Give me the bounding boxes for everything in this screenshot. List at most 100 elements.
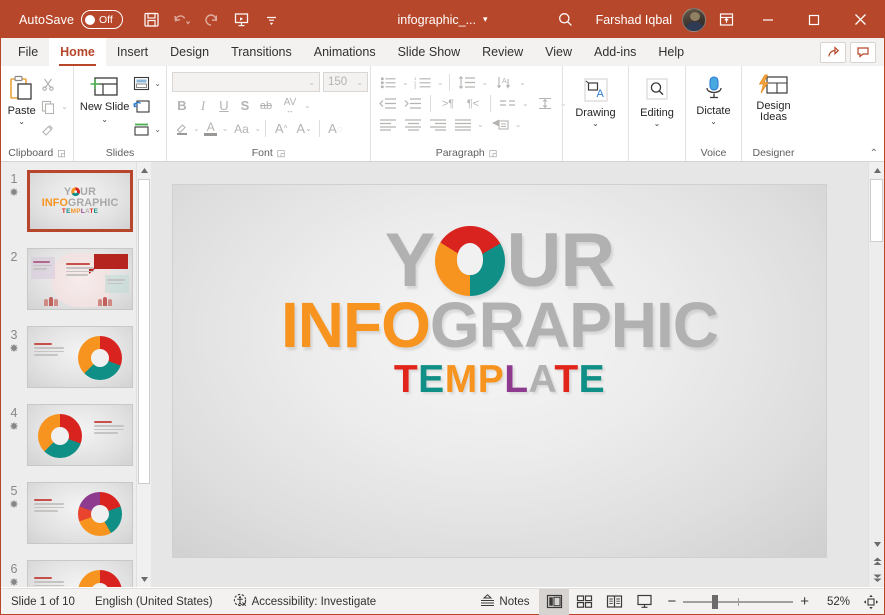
strikethrough-button[interactable]: ab <box>256 95 276 116</box>
zoom-level[interactable]: 52% <box>816 596 850 608</box>
line-spacing-icon[interactable] <box>456 72 478 93</box>
save-icon[interactable] <box>137 7 165 33</box>
normal-view-button[interactable] <box>539 589 569 615</box>
thumbnail-scrollbar-thumb[interactable] <box>138 179 150 484</box>
text-direction-chevron-down-icon[interactable]: ⌄ <box>519 78 526 87</box>
fit-slide-to-window-icon[interactable] <box>858 589 884 615</box>
tab-insert[interactable]: Insert <box>106 38 159 66</box>
thumbnail-scroll-down-icon[interactable] <box>137 571 151 587</box>
highlight-chevron-down-icon[interactable]: ⌄ <box>193 124 200 133</box>
customize-quick-access-icon[interactable] <box>257 7 285 33</box>
reset-slide-icon[interactable] <box>130 96 152 117</box>
columns-icon[interactable] <box>497 93 519 114</box>
font-dialog-launcher-icon[interactable]: ◲ <box>277 146 286 161</box>
minimize-icon[interactable] <box>746 1 790 38</box>
italic-button[interactable]: I <box>193 95 213 116</box>
font-name-input[interactable]: ⌄ <box>172 72 320 92</box>
change-case-button[interactable]: Aa <box>229 118 253 139</box>
slide-thumbnail-3[interactable]: 3✸ <box>1 326 151 398</box>
notes-button[interactable]: Notes <box>470 589 539 615</box>
dictate-chevron-down-icon[interactable]: ⌄ <box>710 118 717 125</box>
avatar[interactable] <box>682 8 706 32</box>
drawing-button[interactable]: A Drawing ⌄ <box>568 71 623 127</box>
left-to-right-icon[interactable]: >¶ <box>437 93 459 114</box>
thumbnail-scrollbar[interactable] <box>136 162 151 587</box>
zoom-in-button[interactable]: + <box>800 593 809 610</box>
chevron-down-icon[interactable]: ⌄ <box>18 118 25 125</box>
dictate-button[interactable]: Dictate ⌄ <box>691 71 736 125</box>
text-shadow-button[interactable]: S <box>235 95 255 116</box>
increase-indent-icon[interactable] <box>402 93 424 114</box>
drawing-chevron-down-icon[interactable]: ⌄ <box>592 120 599 127</box>
bullets-icon[interactable] <box>377 72 399 93</box>
slide-thumbnail-5[interactable]: 5✸ <box>1 482 151 554</box>
right-to-left-icon[interactable]: ¶< <box>462 93 484 114</box>
document-title[interactable]: infographic_... <box>397 13 476 27</box>
layout-chevron-down-icon[interactable]: ⌄ <box>154 79 161 88</box>
font-color-chevron-down-icon[interactable]: ⌄ <box>222 124 229 133</box>
share-icon[interactable] <box>820 42 846 63</box>
align-right-icon[interactable] <box>427 114 449 135</box>
slide-vertical-scrollbar[interactable] <box>868 162 884 587</box>
underline-button[interactable]: U <box>214 95 234 116</box>
close-icon[interactable] <box>838 1 882 38</box>
slide-thumbnail-1[interactable]: 1✸ YUR INFOGRAPHIC TEMPLATE <box>1 170 151 242</box>
case-chevron-down-icon[interactable]: ⌄ <box>254 124 261 133</box>
decrease-font-size-button[interactable]: A⌄ <box>293 118 315 139</box>
chevron-down-icon[interactable]: ⌄ <box>101 115 108 124</box>
font-name-chevron-down-icon[interactable]: ⌄ <box>308 78 315 87</box>
decrease-indent-icon[interactable] <box>377 93 399 114</box>
tab-help[interactable]: Help <box>647 38 695 66</box>
section-chevron-down-icon[interactable]: ⌄ <box>154 125 161 134</box>
slide-thumbnail-2[interactable]: 2 <box>1 248 151 320</box>
slide-scroll-down-icon[interactable] <box>869 536 884 553</box>
text-direction-icon[interactable]: A <box>494 72 516 93</box>
character-spacing-button[interactable]: AV ↔ <box>277 95 303 116</box>
align-left-icon[interactable] <box>377 114 399 135</box>
tab-file[interactable]: File <box>7 38 49 66</box>
tab-slide-show[interactable]: Slide Show <box>387 38 472 66</box>
font-size-input[interactable]: 150 ⌄ <box>323 72 368 92</box>
slide-scrollbar-thumb[interactable] <box>870 179 883 242</box>
redo-icon[interactable] <box>197 7 225 33</box>
slide-editor-pane[interactable]: Y UR INFOGRAPHIC TEMPLATE <box>151 162 884 587</box>
bold-button[interactable]: B <box>172 95 192 116</box>
editing-chevron-down-icon[interactable]: ⌄ <box>654 120 661 127</box>
font-color-icon[interactable]: A <box>201 118 221 139</box>
slide-counter[interactable]: Slide 1 of 10 <box>1 589 85 615</box>
copy-chevron-down-icon[interactable]: ⌄ <box>61 102 68 111</box>
paste-button[interactable]: Paste ⌄ <box>6 71 37 125</box>
cut-icon[interactable] <box>37 73 59 94</box>
slide-show-view-button[interactable] <box>629 589 659 615</box>
maximize-icon[interactable] <box>792 1 836 38</box>
slide-sorter-view-button[interactable] <box>569 589 599 615</box>
document-title-chevron-down-icon[interactable]: ▾ <box>483 14 488 25</box>
format-painter-icon[interactable] <box>37 119 59 140</box>
tab-add-ins[interactable]: Add-ins <box>583 38 647 66</box>
zoom-slider[interactable] <box>683 601 793 603</box>
font-size-chevron-down-icon[interactable]: ⌄ <box>356 78 363 87</box>
text-highlight-icon[interactable] <box>172 118 192 139</box>
justify-chevron-down-icon[interactable]: ⌄ <box>477 120 484 129</box>
zoom-control[interactable]: − + 52% <box>659 593 858 610</box>
zoom-out-button[interactable]: − <box>667 593 676 610</box>
slide-scroll-up-icon[interactable] <box>869 162 884 178</box>
autosave-toggle[interactable]: Off <box>81 10 123 29</box>
paragraph-dialog-launcher-icon[interactable]: ◲ <box>489 146 498 161</box>
numbering-icon[interactable]: 123 <box>412 72 434 93</box>
section-icon[interactable] <box>130 119 152 140</box>
slide-canvas[interactable]: Y UR INFOGRAPHIC TEMPLATE <box>173 185 826 557</box>
columns-chevron-down-icon[interactable]: ⌄ <box>522 99 529 108</box>
clipboard-dialog-launcher-icon[interactable]: ◲ <box>57 146 66 161</box>
thumbnail-scroll-up-icon[interactable] <box>137 162 151 178</box>
collapse-ribbon-icon[interactable]: ⌃ <box>870 148 878 159</box>
reading-view-button[interactable] <box>599 589 629 615</box>
tab-design[interactable]: Design <box>159 38 220 66</box>
autosave-control[interactable]: AutoSave Off <box>19 10 123 29</box>
tab-view[interactable]: View <box>534 38 583 66</box>
line-spacing-chevron-down-icon[interactable]: ⌄ <box>481 78 488 87</box>
editing-button[interactable]: Editing ⌄ <box>634 71 680 127</box>
search-icon[interactable] <box>546 5 586 35</box>
tab-review[interactable]: Review <box>471 38 534 66</box>
language-indicator[interactable]: English (United States) <box>85 589 223 615</box>
